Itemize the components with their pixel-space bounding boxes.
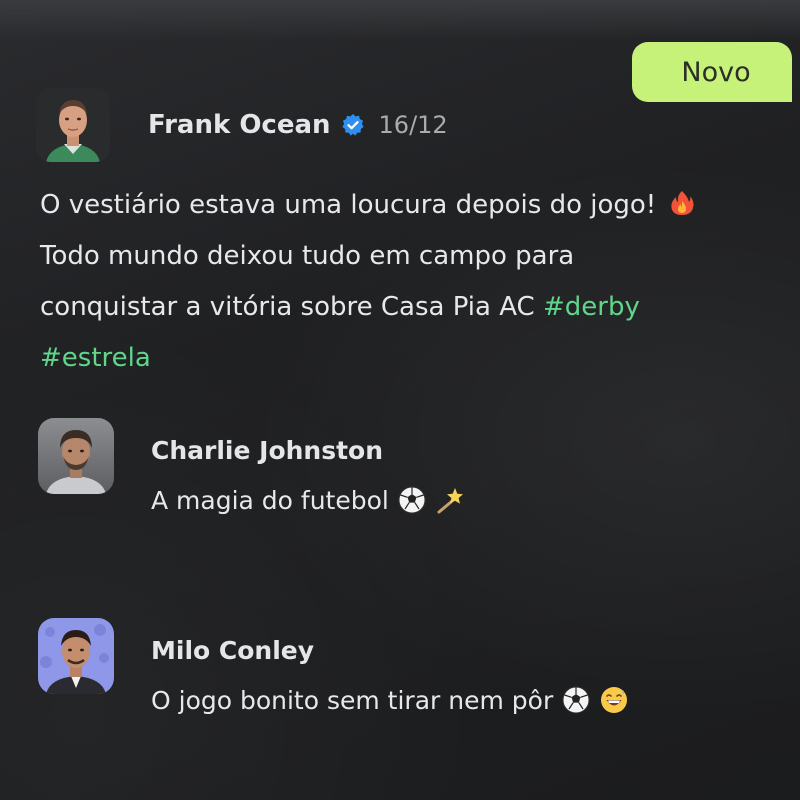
soccer-ball-emoji-icon — [397, 485, 427, 515]
post-body: O vestiário estava uma loucura depois do… — [40, 180, 760, 384]
comment-author[interactable]: Milo Conley — [151, 636, 629, 665]
grinning-sweat-emoji-icon — [599, 685, 629, 715]
post-date: 16/12 — [378, 111, 448, 139]
comment-item: Milo Conley O jogo bonito sem tirar nem … — [38, 618, 629, 715]
top-edge — [0, 0, 800, 40]
hashtag-derby[interactable]: #derby — [543, 292, 640, 322]
comment-content: Milo Conley O jogo bonito sem tirar nem … — [151, 636, 629, 715]
feed-screen: Novo Frank Ocean 16/12 O vestiário estav… — [0, 0, 800, 800]
comment-author[interactable]: Charlie Johnston — [151, 436, 465, 465]
post-line: O vestiário estava uma loucura depois do… — [40, 180, 760, 231]
shooting-star-emoji-icon — [435, 485, 465, 515]
comment-content: Charlie Johnston A magia do futebol — [151, 436, 465, 515]
author-avatar[interactable] — [36, 88, 110, 162]
comment-text-row: A magia do futebol — [151, 485, 465, 515]
post-header: Frank Ocean 16/12 — [36, 88, 448, 162]
post-line: conquistar a vitória sobre Casa Pia AC #… — [40, 282, 760, 333]
post-text: Todo mundo deixou tudo em campo para — [40, 241, 575, 271]
post-text: O vestiário estava uma loucura depois do… — [40, 190, 657, 220]
avatar-portrait-icon — [36, 88, 110, 162]
comment-text: O jogo bonito sem tirar nem pôr — [151, 685, 554, 715]
hashtag-estrela[interactable]: #estrela — [40, 343, 151, 373]
new-badge-label: Novo — [681, 56, 751, 88]
fire-emoji-icon — [668, 184, 696, 215]
post-line: #estrela — [40, 333, 760, 384]
comment-text: A magia do futebol — [151, 485, 389, 515]
author-name[interactable]: Frank Ocean — [148, 110, 331, 140]
post-text: conquistar a vitória sobre Casa Pia AC — [40, 292, 535, 322]
avatar-portrait-icon — [38, 618, 114, 694]
commenter-avatar[interactable] — [38, 618, 114, 694]
verified-check-icon — [341, 113, 365, 137]
soccer-ball-emoji-icon — [561, 685, 591, 715]
comment-item: Charlie Johnston A magia do futebol — [38, 418, 465, 515]
new-badge[interactable]: Novo — [632, 42, 792, 102]
avatar-portrait-icon — [38, 418, 114, 494]
comment-text-row: O jogo bonito sem tirar nem pôr — [151, 685, 629, 715]
commenter-avatar[interactable] — [38, 418, 114, 494]
post-line: Todo mundo deixou tudo em campo para — [40, 231, 760, 282]
